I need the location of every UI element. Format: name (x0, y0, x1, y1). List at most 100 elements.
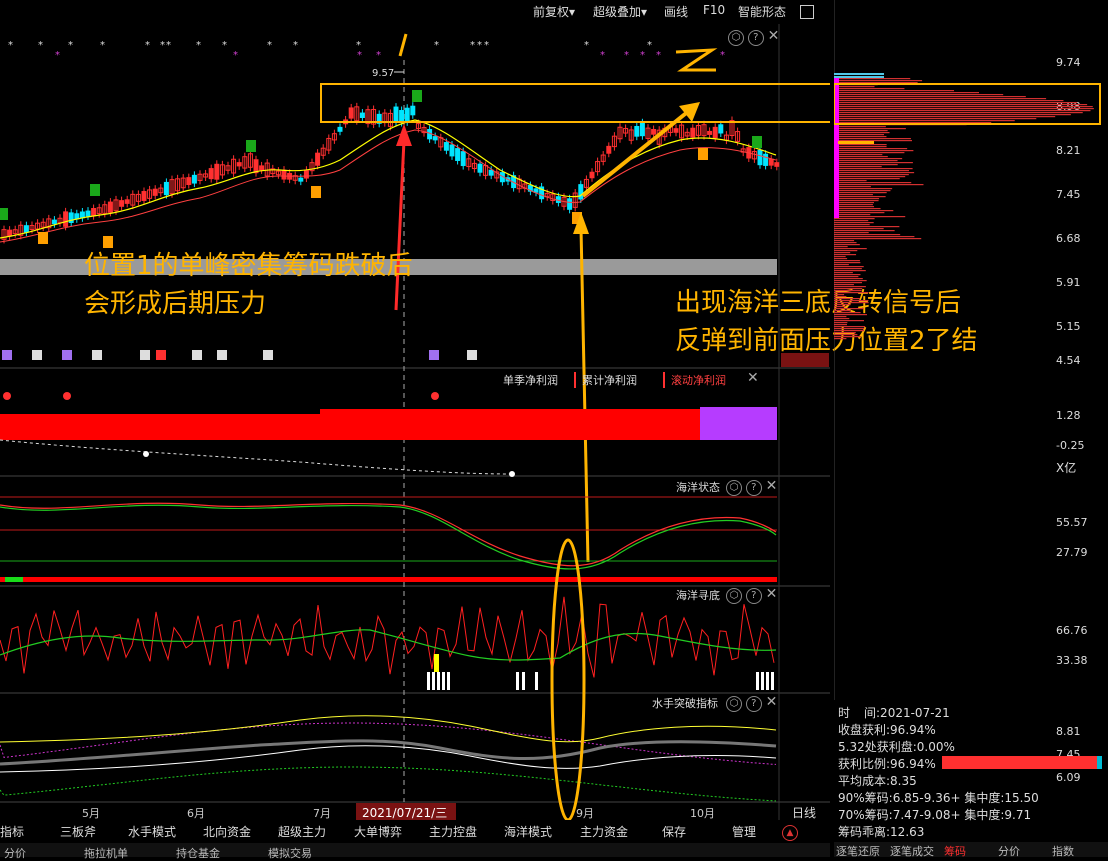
star-icon: * (267, 40, 272, 51)
tab-3[interactable]: 北向资金 (203, 823, 251, 840)
candle-body (393, 106, 399, 123)
chip-bar (834, 110, 1091, 112)
breakout-axis-label: 8.81 (1056, 725, 1081, 738)
chip-bar (834, 326, 866, 328)
tab-simulated-trade[interactable]: 模拟交易 (268, 845, 312, 861)
chip-bar (834, 238, 922, 240)
dropdown-arrow-icon: ▾ (641, 5, 648, 19)
tab-5[interactable]: 大单博弈 (354, 823, 402, 840)
candle-body (63, 211, 69, 227)
candle-body (757, 149, 763, 166)
event-icon[interactable] (62, 350, 72, 360)
tab-tractor-orders[interactable]: 拖拉机单 (84, 845, 128, 861)
chip-bar (834, 292, 869, 294)
candle-body (533, 188, 539, 193)
close-icon[interactable]: ✕ (747, 370, 759, 386)
tab-4[interactable]: 超级主力 (278, 823, 326, 840)
tab-10[interactable]: 管理 (732, 823, 756, 840)
chip-bar (834, 306, 846, 308)
smart-pattern-button[interactable]: 智能形态 (738, 3, 786, 20)
chip-distribution-chart (834, 0, 1101, 700)
expand-up-icon[interactable]: ▲ (782, 825, 798, 841)
event-icon[interactable] (32, 350, 42, 360)
event-icon[interactable] (217, 350, 227, 360)
legend-cumulative-profit[interactable]: 累计净利润 (574, 372, 637, 388)
star-icon: * (640, 50, 645, 61)
settings-icon[interactable]: ⬡ (726, 696, 742, 712)
help-icon[interactable]: ? (745, 588, 762, 604)
legend-rolling-profit[interactable]: 滚动净利润 (663, 372, 726, 388)
legend-quarterly-profit[interactable]: 单季净利润 (503, 372, 558, 388)
chip-bar (834, 158, 903, 160)
breakout-controls: ⬡ ? ✕ (726, 694, 777, 712)
ocean-bottom-controls: ⬡ ? ✕ (726, 586, 777, 604)
event-icon[interactable] (156, 350, 166, 360)
ocean-state-green-line (0, 504, 777, 570)
star-icon: * (357, 50, 362, 61)
candle-body (606, 145, 612, 154)
ocean-bottom-title: 海洋寻底 (676, 589, 720, 602)
chip-bar (834, 304, 851, 306)
candle-body (707, 130, 713, 135)
event-icon[interactable] (263, 350, 273, 360)
layout-toggle-icon[interactable] (800, 5, 814, 19)
dropdown-arrow-icon: ▾ (569, 5, 576, 19)
close-icon[interactable]: ✕ (766, 694, 778, 710)
star-icon: * (647, 40, 652, 51)
chip-bar (834, 160, 898, 162)
event-icon[interactable] (192, 350, 202, 360)
bottom-signal-bars (427, 654, 774, 690)
tab-6[interactable]: 主力控盘 (429, 823, 477, 840)
restore-rights-label: 前复权 (533, 5, 570, 19)
chip-bar (834, 186, 871, 188)
candle-body (337, 126, 343, 132)
tab-fenjia[interactable]: 分价 (4, 845, 26, 861)
white-band-line (0, 745, 777, 773)
draw-line-button[interactable]: 画线 (664, 3, 688, 20)
help-icon[interactable]: ? (745, 696, 762, 712)
chip-bar (834, 100, 1064, 102)
signal-stars: * * * * * * * * * * * * * * * * * ** * * * * * * * * (8, 40, 725, 61)
help-icon[interactable]: ? (745, 480, 762, 496)
star-icon: * (8, 40, 13, 51)
chip-bar (834, 336, 861, 338)
chip-bar (834, 288, 863, 290)
close-icon[interactable]: ✕ (766, 478, 778, 494)
star-icon: * (434, 40, 439, 51)
candle-body (712, 126, 718, 139)
tab-1[interactable]: 三板斧 (60, 823, 96, 840)
chip-bar (834, 170, 910, 172)
chip-bar (834, 216, 906, 218)
event-icons-row[interactable] (2, 350, 477, 360)
state-bar-green (5, 577, 23, 582)
tab-2[interactable]: 水手模式 (128, 823, 176, 840)
chip-bar (834, 176, 906, 178)
chip-time: 时间:2021-07-21 (838, 704, 950, 721)
report-pins[interactable] (3, 392, 439, 400)
super-overlay-dropdown[interactable]: 超级叠加▾ (593, 3, 647, 20)
chip-bar (834, 208, 881, 210)
event-icon[interactable] (467, 350, 477, 360)
chip-bar (834, 202, 874, 204)
event-icon[interactable] (2, 350, 12, 360)
tab-8[interactable]: 主力资金 (580, 823, 628, 840)
settings-icon[interactable]: ⬡ (726, 480, 742, 496)
mark-1-stroke (398, 33, 408, 57)
close-icon[interactable]: ✕ (766, 586, 778, 602)
chip-bar (834, 184, 924, 186)
chip-bar (834, 242, 857, 244)
tab-7[interactable]: 海洋模式 (504, 823, 552, 840)
chip-close-profit: 收盘获利:96.94% (838, 723, 936, 737)
chip-time-value: 间:2021-07-21 (864, 706, 950, 720)
tab-0[interactable]: 指标 (0, 823, 24, 840)
event-icon[interactable] (92, 350, 102, 360)
event-icon[interactable] (429, 350, 439, 360)
restore-rights-dropdown[interactable]: 前复权▾ (533, 3, 575, 20)
tab-9[interactable]: 保存 (662, 823, 686, 840)
f10-button[interactable]: F10 (703, 3, 725, 17)
period-selector[interactable]: 日线 (792, 804, 816, 821)
settings-icon[interactable]: ⬡ (726, 588, 742, 604)
tab-holding-funds[interactable]: 持仓基金 (176, 845, 220, 861)
sell-signal-icon (90, 184, 100, 196)
event-icon[interactable] (140, 350, 150, 360)
